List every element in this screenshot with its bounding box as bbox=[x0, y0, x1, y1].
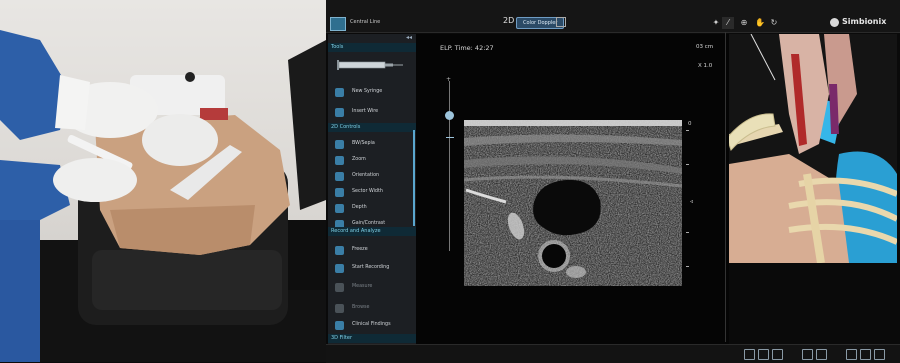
rotate-icon[interactable]: ↻ bbox=[768, 17, 780, 29]
ultrasound-image bbox=[464, 120, 682, 286]
app-title: Central Line bbox=[350, 19, 381, 25]
control-depth[interactable]: Depth bbox=[328, 201, 412, 215]
fullscreen-icon[interactable] bbox=[874, 349, 885, 360]
section-record-analyze: Record and Analyze bbox=[328, 227, 416, 236]
gain-slider-track[interactable] bbox=[449, 81, 450, 251]
control-label: Gain/Contrast bbox=[352, 221, 386, 226]
record-label: Freeze bbox=[352, 247, 368, 252]
depth-scale-zero: 0 bbox=[688, 121, 692, 127]
needle-tool-icon[interactable] bbox=[802, 349, 813, 360]
freeze-icon bbox=[335, 246, 344, 255]
split-view-icon[interactable] bbox=[758, 349, 769, 360]
simulator-photo bbox=[0, 0, 326, 362]
record-start-recording[interactable]: Start Recording bbox=[328, 261, 412, 275]
ultrasound-viewport[interactable]: ELP. Time: 42:27 03 cm X 1.0 + 0 ◃ bbox=[416, 34, 729, 344]
top-toolbar: Central Line 2D Color Doppler ✦ ⁄ ⊕ ✋ ↻ … bbox=[326, 0, 900, 33]
control-label: Zoom bbox=[352, 157, 366, 162]
section-3d-filter: 3D Filter bbox=[328, 334, 416, 343]
control-panel: ◂◂ Tools New Syringe Insert Wire 2D Cont… bbox=[328, 34, 416, 354]
depth-readout: 03 cm bbox=[696, 44, 714, 50]
tool-label: New Syringe bbox=[352, 89, 383, 94]
record-label: Clinical Findings bbox=[352, 322, 391, 327]
folder-icon[interactable] bbox=[860, 349, 871, 360]
tool-new-syringe[interactable]: New Syringe bbox=[328, 85, 412, 99]
probe-tool-icon[interactable] bbox=[816, 349, 827, 360]
simulator-screen: Central Line 2D Color Doppler ✦ ⁄ ⊕ ✋ ↻ … bbox=[326, 0, 900, 363]
record-measure[interactable]: Measure bbox=[328, 280, 412, 294]
record-label: Start Recording bbox=[352, 265, 390, 270]
control-sector-width[interactable]: Sector Width bbox=[328, 185, 412, 199]
record-browse[interactable]: Browse bbox=[328, 301, 412, 315]
record-freeze[interactable]: Freeze bbox=[328, 243, 412, 257]
brand-name: Simbionix bbox=[842, 17, 887, 26]
control-orientation[interactable]: Orientation bbox=[328, 169, 412, 183]
viewport-divider bbox=[725, 32, 726, 342]
slider-minus-icon[interactable] bbox=[446, 137, 454, 138]
gain-slider-knob[interactable] bbox=[445, 111, 454, 120]
depth-tick bbox=[686, 232, 689, 233]
zoom-readout: X 1.0 bbox=[698, 63, 713, 69]
orientation-icon bbox=[335, 172, 344, 181]
record-label: Browse bbox=[352, 305, 370, 310]
collapse-panel-icon[interactable]: ◂◂ bbox=[406, 34, 412, 41]
single-view-icon[interactable] bbox=[772, 349, 783, 360]
control-bw-sepia[interactable]: BW/Sepia bbox=[328, 137, 412, 151]
elapsed-time: ELP. Time: 42:27 bbox=[440, 44, 494, 52]
tool-insert-wire[interactable]: Insert Wire bbox=[328, 105, 412, 119]
needle-icon[interactable]: ⁄ bbox=[722, 17, 734, 29]
settings-icon[interactable]: ✦ bbox=[710, 17, 722, 29]
record-icon bbox=[335, 264, 344, 273]
findings-icon bbox=[335, 321, 344, 330]
zoom-icon[interactable]: ⊕ bbox=[738, 17, 750, 29]
focus-marker-icon[interactable]: ◃ bbox=[690, 198, 693, 205]
anatomy-3d-model bbox=[729, 34, 897, 263]
brand-logo-icon bbox=[830, 18, 839, 27]
depth-icon bbox=[335, 204, 344, 213]
control-label: Orientation bbox=[352, 173, 380, 178]
section-tools: Tools bbox=[328, 43, 416, 52]
measure-icon bbox=[335, 283, 344, 292]
wire-icon bbox=[335, 108, 344, 117]
panel-scrollbar[interactable] bbox=[413, 130, 415, 226]
mode-2d-button[interactable]: 2D bbox=[503, 16, 514, 25]
exit-icon[interactable] bbox=[846, 349, 857, 360]
control-label: BW/Sepia bbox=[352, 141, 375, 146]
depth-tick bbox=[686, 266, 689, 267]
layout-icon[interactable] bbox=[744, 349, 755, 360]
zoom-icon bbox=[335, 156, 344, 165]
sector-icon bbox=[335, 188, 344, 197]
section-2d-controls: 2D Controls bbox=[328, 123, 416, 132]
bottom-toolbar bbox=[326, 344, 900, 363]
contrast-icon bbox=[335, 140, 344, 149]
syringe-graphic-icon bbox=[337, 60, 403, 70]
hand-icon[interactable]: ✋ bbox=[754, 17, 766, 29]
record-clinical-findings[interactable]: Clinical Findings bbox=[328, 318, 412, 332]
control-label: Depth bbox=[352, 205, 367, 210]
syringe-icon bbox=[335, 88, 344, 97]
mode-extra-icon[interactable] bbox=[556, 17, 566, 27]
depth-tick bbox=[686, 130, 689, 131]
anatomy-3d-view[interactable] bbox=[729, 34, 897, 263]
control-zoom[interactable]: Zoom bbox=[328, 153, 412, 167]
app-logo-icon bbox=[330, 17, 346, 31]
depth-tick bbox=[686, 164, 689, 165]
control-label: Sector Width bbox=[352, 189, 383, 194]
browse-icon bbox=[335, 304, 344, 313]
record-label: Measure bbox=[352, 284, 373, 289]
tool-label: Insert Wire bbox=[352, 109, 379, 114]
